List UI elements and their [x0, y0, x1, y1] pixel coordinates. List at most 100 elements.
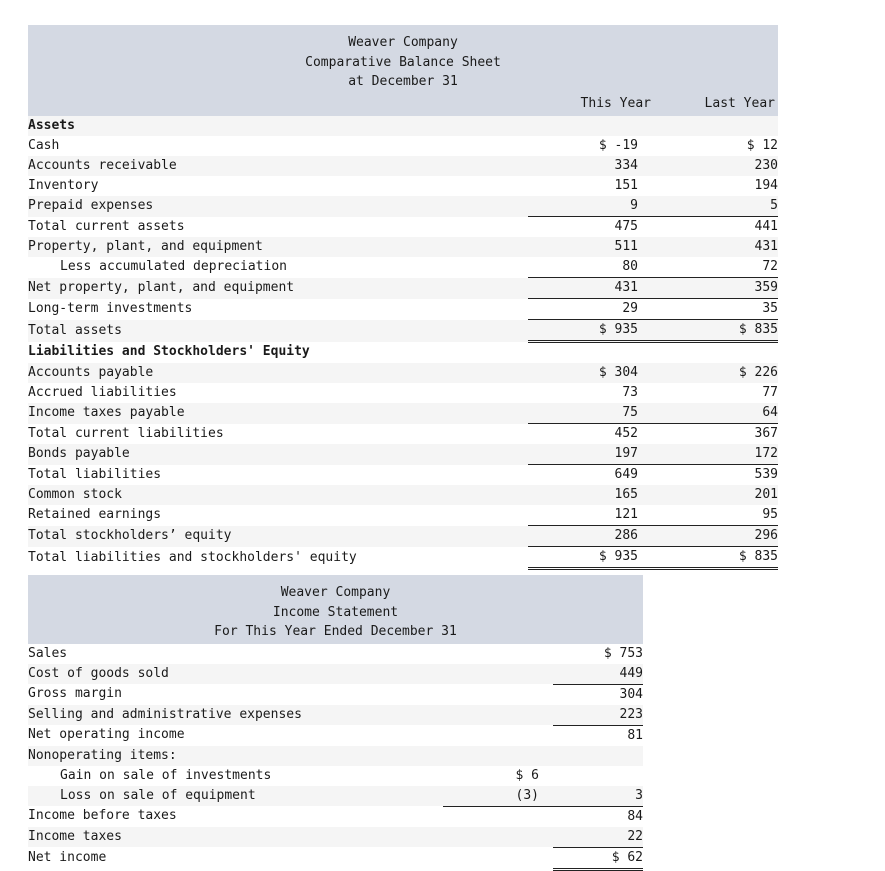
- table-row: Loss on sale of equipment (3) 3: [28, 785, 643, 806]
- table-row: Net operating income 81: [28, 724, 643, 746]
- row-label: Accounts receivable: [28, 156, 528, 176]
- row-value-inner: [443, 704, 553, 725]
- row-value-this-year: 649: [528, 464, 652, 485]
- column-header-last-year: Last Year: [704, 95, 775, 111]
- table-row: Liabilities and Stockholders' Equity: [28, 341, 778, 363]
- row-value-this-year: 73: [528, 383, 652, 403]
- table-row: Total current assets 475 441: [28, 216, 778, 237]
- table-row: Retained earnings 121 95: [28, 505, 778, 526]
- row-label: Net income: [28, 847, 443, 869]
- row-value-outer: $ 62: [553, 846, 643, 871]
- row-label: Total current assets: [28, 216, 528, 237]
- row-value-outer: [553, 765, 643, 786]
- table-row: Total stockholders’ equity 286 296: [28, 525, 778, 547]
- row-value-inner: [443, 663, 553, 684]
- row-value-this-year: 165: [528, 485, 652, 505]
- row-value-inner: [443, 805, 553, 827]
- row-value-last-year: [652, 116, 778, 136]
- row-value-last-year: $ 226: [652, 363, 778, 383]
- column-header-this-year: This Year: [580, 95, 651, 111]
- table-row: Income taxes 22: [28, 826, 643, 847]
- row-value-outer: 304: [553, 683, 643, 705]
- row-value-this-year: $ 935: [528, 319, 652, 343]
- row-value-this-year: 334: [528, 156, 652, 176]
- row-value-last-year: 431: [652, 237, 778, 257]
- row-label: Common stock: [28, 485, 528, 505]
- row-value-inner: [443, 643, 553, 664]
- balance-sheet-title-line-2: Comparative Balance Sheet: [305, 54, 501, 70]
- table-row: Assets: [28, 116, 778, 136]
- row-value-last-year: 367: [652, 423, 778, 444]
- row-label: Income taxes: [28, 826, 443, 847]
- section-heading: Assets: [28, 116, 528, 136]
- row-value-inner: [443, 684, 553, 705]
- table-row: Property, plant, and equipment 511 431: [28, 237, 778, 257]
- table-row: Total liabilities 649 539: [28, 464, 778, 485]
- row-value-last-year: $ 12: [652, 136, 778, 156]
- balance-sheet-header: Weaver Company Comparative Balance Sheet…: [28, 25, 778, 94]
- row-value-last-year: 64: [652, 403, 778, 424]
- row-value-last-year: 72: [652, 257, 778, 278]
- row-value-last-year: 35: [652, 298, 778, 320]
- row-value-this-year: $ 935: [528, 546, 652, 570]
- row-value-outer: 449: [553, 663, 643, 684]
- row-label: Loss on sale of equipment: [28, 785, 443, 806]
- row-value-outer: 223: [553, 704, 643, 725]
- row-label: Total liabilities and stockholders' equi…: [28, 546, 528, 569]
- row-label: Total assets: [28, 319, 528, 342]
- table-row: Accounts payable $ 304 $ 226: [28, 363, 778, 383]
- row-label: Net operating income: [28, 725, 443, 746]
- row-value-this-year: 9: [528, 196, 652, 217]
- row-label: Inventory: [28, 176, 528, 196]
- row-value-last-year: 230: [652, 156, 778, 176]
- row-label: Gross margin: [28, 684, 443, 705]
- row-label: Prepaid expenses: [28, 196, 528, 217]
- income-statement-title-line-2: Income Statement: [272, 604, 399, 620]
- table-row: Less accumulated depreciation 80 72: [28, 257, 778, 278]
- balance-sheet-header-spacer: [28, 94, 541, 114]
- row-value-inner: [443, 847, 553, 869]
- income-statement-title-line-1: Weaver Company: [280, 585, 391, 600]
- row-value-last-year: 95: [652, 505, 778, 526]
- row-value-this-year: 511: [528, 237, 652, 257]
- row-value-outer: 22: [553, 826, 643, 847]
- row-label: Property, plant, and equipment: [28, 237, 528, 257]
- section-heading: Liabilities and Stockholders' Equity: [28, 341, 528, 363]
- row-label: Selling and administrative expenses: [28, 704, 443, 725]
- row-value-this-year: 286: [528, 525, 652, 547]
- table-row: Net income $ 62: [28, 846, 643, 871]
- row-value-last-year: 539: [652, 464, 778, 485]
- row-value-last-year: 77: [652, 383, 778, 403]
- balance-sheet-table: Assets Cash $ -19 $ 12 Accounts receivable 33…: [28, 116, 778, 570]
- table-row: Selling and administrative expenses 223: [28, 704, 643, 725]
- table-row: Income before taxes 84: [28, 805, 643, 827]
- row-value-this-year: 75: [528, 403, 652, 424]
- row-label: Gain on sale of investments: [28, 765, 443, 786]
- row-label: Total current liabilities: [28, 423, 528, 444]
- row-value-inner: [443, 826, 553, 847]
- row-value-this-year: [528, 341, 652, 363]
- row-value-inner: $ 6: [443, 765, 553, 786]
- row-value-outer: $ 753: [553, 643, 643, 664]
- row-value-this-year: 197: [528, 444, 652, 465]
- row-value-outer: [553, 745, 643, 766]
- row-label: Income before taxes: [28, 806, 443, 827]
- balance-sheet-statement: Weaver Company Comparative Balance Sheet…: [28, 25, 778, 570]
- row-label: Cost of goods sold: [28, 663, 443, 684]
- row-value-last-year: [652, 341, 778, 363]
- balance-sheet-title-line-3: at December 31: [348, 74, 458, 89]
- table-row: Nonoperating items:: [28, 745, 643, 766]
- table-row: Sales $ 753: [28, 643, 643, 664]
- row-value-this-year: $ 304: [528, 363, 652, 383]
- row-value-outer: 81: [553, 724, 643, 746]
- row-label: Sales: [28, 643, 443, 664]
- row-value-last-year: 194: [652, 176, 778, 196]
- table-row: Total assets $ 935 $ 835: [28, 319, 778, 343]
- row-label: Bonds payable: [28, 444, 528, 465]
- row-label: Retained earnings: [28, 505, 528, 526]
- row-value-last-year: $ 835: [652, 319, 778, 343]
- row-value-last-year: 441: [652, 216, 778, 237]
- table-row: Cost of goods sold 449: [28, 663, 643, 684]
- row-label: Income taxes payable: [28, 403, 528, 424]
- row-value-last-year: 359: [652, 277, 778, 299]
